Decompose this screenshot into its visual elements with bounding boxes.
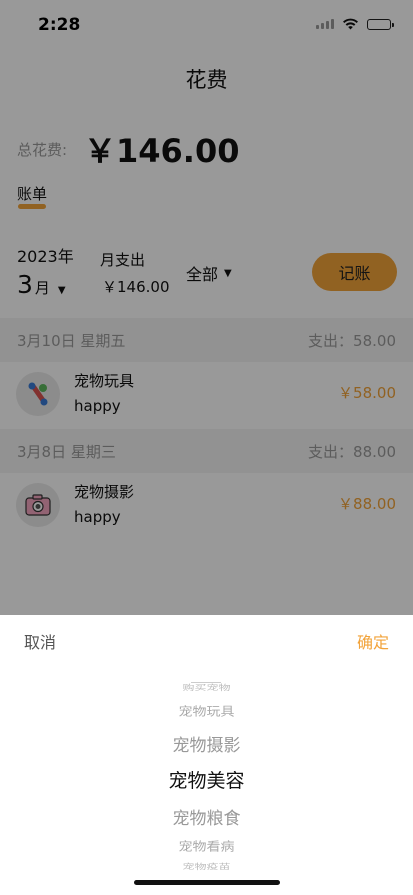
picker-option[interactable]: 宠物粮食 bbox=[0, 804, 413, 829]
picker-option[interactable]: 宠物摄影 bbox=[0, 731, 413, 756]
picker-option[interactable]: 购买宠物 bbox=[0, 682, 413, 692]
confirm-button[interactable]: 确定 bbox=[357, 629, 389, 653]
picker-option[interactable]: 宠物看病 bbox=[0, 838, 413, 855]
picker-option-selected[interactable]: 宠物美容 bbox=[0, 766, 413, 793]
category-picker-wheel[interactable]: 购买宠物 宠物玩具 宠物摄影 宠物美容 宠物粮食 宠物看病 宠物疫苗 bbox=[0, 675, 413, 875]
picker-option[interactable]: 宠物疫苗 bbox=[0, 861, 413, 871]
home-indicator bbox=[134, 880, 280, 885]
picker-option[interactable]: 宠物玩具 bbox=[0, 703, 413, 720]
category-picker-sheet: 取消 确定 购买宠物 宠物玩具 宠物摄影 宠物美容 宠物粮食 宠物看病 宠物疫苗 bbox=[0, 615, 413, 895]
expense-page: 2:28 花费 总花费: ￥146.00 账单 2023年 3 月 ▼ 月支出 … bbox=[0, 0, 413, 895]
modal-dim-overlay[interactable] bbox=[0, 0, 413, 615]
cancel-button[interactable]: 取消 bbox=[24, 629, 56, 653]
